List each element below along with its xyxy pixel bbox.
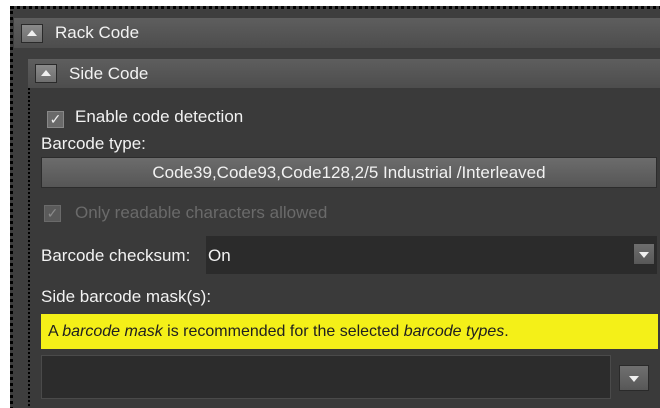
warning-text: . [504,323,509,340]
chevron-up-icon[interactable] [21,23,43,43]
barcode-type-label: Barcode type: [41,134,146,153]
checksum-label: Barcode checksum: [41,246,191,265]
checksum-value: On [208,246,231,265]
warning-text: is recommended for the selected [162,323,404,340]
side-code-header[interactable]: Side Code [28,59,660,88]
chevron-up-icon[interactable] [35,64,57,83]
barcode-type-button[interactable]: Code39,Code93,Code128,2/5 Industrial /In… [41,157,657,188]
enable-detection-label: Enable code detection [75,107,244,126]
enable-detection-checkbox[interactable]: ✓ [47,111,64,128]
warning-term: barcode mask [62,323,163,340]
chevron-down-icon[interactable] [633,243,655,265]
mask-input[interactable] [41,355,611,399]
checksum-select[interactable]: On [206,236,657,274]
settings-window: Rack Code Side Code ✓ Enable code detect… [0,0,660,408]
warning-text: A [48,323,63,340]
mask-label: Side barcode mask(s): [41,287,212,306]
chevron-down-icon[interactable] [619,365,649,391]
readable-only-label: Only readable characters allowed [75,203,328,222]
warning-term: barcode types [403,323,505,340]
rack-code-title: Rack Code [55,23,140,42]
readable-only-checkbox: ✓ [44,205,61,222]
side-code-title: Side Code [69,63,149,83]
rack-code-header[interactable]: Rack Code [14,18,660,48]
mask-warning: A barcode mask is recommended for the se… [41,314,658,349]
